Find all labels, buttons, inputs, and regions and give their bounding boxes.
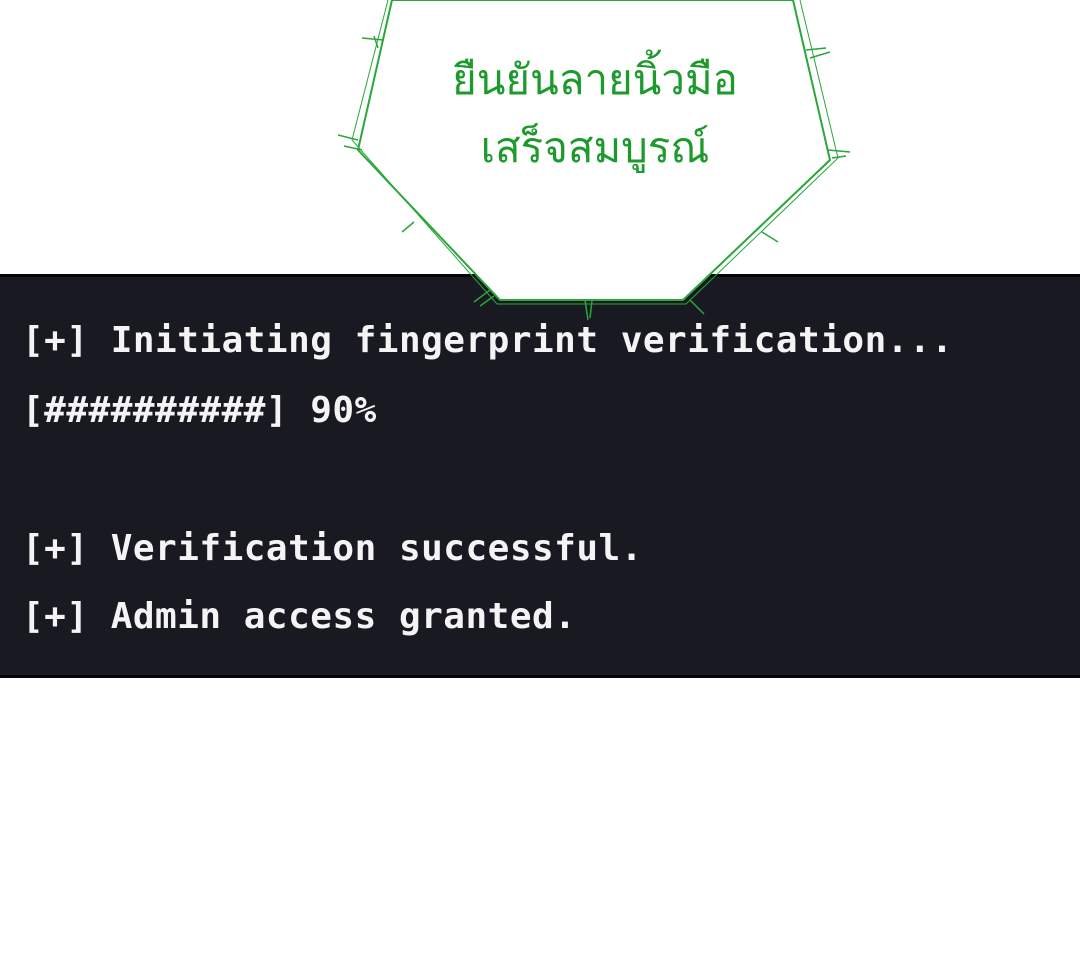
terminal-progress-bar: [##########] 90%	[22, 390, 377, 431]
terminal-window: [+] Initiating fingerprint verification.…	[0, 274, 1080, 678]
speech-bubble-line-2: เสร็จสมบูรณ์	[480, 123, 710, 172]
speech-bubble: ยืนยันลายนิ้วมือ เสร็จสมบูรณ์	[0, 0, 1080, 330]
speech-bubble-line-1: ยืนยันลายนิ้วมือ	[452, 55, 738, 104]
terminal-line-success: [+] Verification successful.	[22, 528, 643, 569]
terminal-line-access: [+] Admin access granted.	[22, 596, 577, 637]
